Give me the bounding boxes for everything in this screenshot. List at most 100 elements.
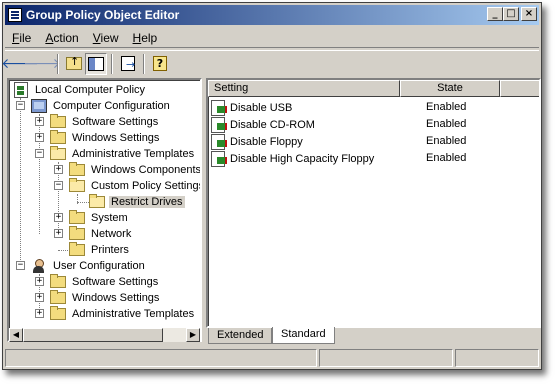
tree-horizontal-scrollbar[interactable]: ◀ ▶ bbox=[9, 328, 200, 342]
window-title: Group Policy Object Editor bbox=[26, 8, 180, 22]
toolbar-separator bbox=[57, 53, 59, 74]
tree-label: Software Settings bbox=[72, 116, 159, 128]
scroll-thumb[interactable] bbox=[23, 328, 163, 342]
tree-label: Windows Settings bbox=[72, 132, 160, 144]
folder-icon bbox=[50, 290, 66, 304]
list-row[interactable]: Disable High Capacity Floppy Enabled bbox=[208, 150, 539, 167]
expand-toggle[interactable]: + bbox=[54, 165, 63, 174]
tree-item-user-software-settings[interactable]: Software Settings bbox=[50, 274, 160, 290]
minimize-button[interactable]: _ bbox=[487, 7, 503, 21]
tree-label: Computer Configuration bbox=[53, 100, 170, 112]
tree-item-user-administrative-templates[interactable]: Administrative Templates bbox=[50, 306, 196, 322]
expand-toggle[interactable]: + bbox=[35, 133, 44, 142]
maximize-button[interactable]: □ bbox=[503, 7, 519, 21]
folder-icon bbox=[50, 274, 66, 288]
collapse-toggle[interactable]: − bbox=[16, 261, 25, 270]
collapse-toggle[interactable]: − bbox=[35, 149, 44, 158]
scroll-right-button[interactable]: ▶ bbox=[186, 328, 200, 342]
tree-item-custom-policy-settings[interactable]: Custom Policy Settings bbox=[69, 178, 202, 194]
folder-open-icon bbox=[89, 194, 105, 208]
tree-item-user-windows-settings[interactable]: Windows Settings bbox=[50, 290, 161, 306]
help-icon: ? bbox=[153, 56, 167, 71]
status-bar bbox=[5, 349, 539, 367]
tree-item-restrict-drives[interactable]: Restrict Drives bbox=[89, 194, 185, 210]
scroll-left-button[interactable]: ◀ bbox=[9, 328, 23, 342]
tree-label: Administrative Templates bbox=[72, 308, 195, 320]
collapse-toggle[interactable]: − bbox=[16, 101, 25, 110]
tree-item-administrative-templates[interactable]: Administrative Templates bbox=[50, 146, 196, 162]
tree-label: Administrative Templates bbox=[72, 148, 195, 160]
export-list-button[interactable] bbox=[117, 53, 139, 75]
folder-open-icon bbox=[50, 146, 66, 160]
title-bar[interactable]: Group Policy Object Editor _ □ × bbox=[5, 5, 539, 25]
tree-label-selected: Restrict Drives bbox=[109, 196, 185, 208]
tree-item-windows-settings[interactable]: Windows Settings bbox=[50, 130, 161, 146]
tree-item-system[interactable]: System bbox=[69, 210, 130, 226]
tree-pane[interactable]: Local Computer Policy − Computer Configu… bbox=[7, 78, 202, 342]
tree-connector bbox=[58, 250, 68, 251]
show-hide-tree-icon bbox=[88, 56, 104, 71]
gpedit-app-icon[interactable] bbox=[8, 8, 22, 22]
tree-item-printers[interactable]: Printers bbox=[69, 242, 131, 258]
expand-toggle[interactable]: + bbox=[54, 213, 63, 222]
tree-label: Network bbox=[91, 228, 132, 240]
export-list-icon bbox=[121, 56, 135, 71]
expand-toggle[interactable]: + bbox=[35, 117, 44, 126]
folder-icon bbox=[69, 242, 85, 256]
toolbar: 🡐 🡒 ? bbox=[1, 50, 539, 76]
policy-icon bbox=[13, 82, 29, 98]
folder-icon bbox=[50, 306, 66, 320]
collapse-toggle[interactable]: − bbox=[54, 181, 63, 190]
close-button[interactable]: × bbox=[521, 7, 537, 21]
view-tabs: Extended Standard bbox=[206, 327, 541, 345]
list-row[interactable]: Disable Floppy Enabled bbox=[208, 133, 539, 150]
tab-extended[interactable]: Extended bbox=[208, 328, 273, 344]
menu-bar: File Action View Help bbox=[5, 28, 539, 48]
tree-item-network[interactable]: Network bbox=[69, 226, 133, 242]
toolbar-separator bbox=[111, 53, 113, 74]
folder-open-icon bbox=[69, 178, 85, 192]
folder-icon bbox=[50, 114, 66, 128]
menu-help[interactable]: Help bbox=[126, 31, 165, 45]
tree-label: Custom Policy Settings bbox=[91, 180, 202, 192]
folder-icon bbox=[69, 210, 85, 224]
show-hide-tree-button[interactable] bbox=[85, 52, 107, 75]
menu-view[interactable]: View bbox=[86, 31, 126, 45]
tree-label: Printers bbox=[91, 244, 129, 256]
column-header-filler bbox=[500, 80, 539, 97]
setting-state: Enabled bbox=[426, 101, 467, 113]
menu-file[interactable]: File bbox=[5, 31, 38, 45]
up-folder-icon bbox=[66, 55, 82, 70]
expand-toggle[interactable]: + bbox=[35, 277, 44, 286]
tree-item-computer-configuration[interactable]: Computer Configuration bbox=[31, 98, 172, 114]
column-header-state[interactable]: State bbox=[400, 80, 500, 97]
tree-connector bbox=[77, 202, 89, 203]
column-header-setting[interactable]: Setting bbox=[208, 80, 400, 97]
tree-connector bbox=[20, 98, 21, 268]
tab-standard[interactable]: Standard bbox=[272, 327, 335, 344]
menu-action[interactable]: Action bbox=[38, 31, 85, 45]
policy-setting-icon bbox=[211, 117, 227, 133]
setting-name: Disable Floppy bbox=[230, 135, 303, 148]
up-folder-button[interactable] bbox=[63, 53, 85, 75]
list-row[interactable]: Disable USB Enabled bbox=[208, 99, 539, 116]
expand-toggle[interactable]: + bbox=[35, 293, 44, 302]
tree-item-local-computer-policy[interactable]: Local Computer Policy bbox=[13, 82, 147, 98]
forward-arrow-icon[interactable]: 🡒 bbox=[23, 53, 61, 75]
user-icon bbox=[31, 259, 47, 273]
setting-state: Enabled bbox=[426, 135, 467, 147]
tree-label: User Configuration bbox=[53, 260, 145, 272]
tree-item-user-configuration[interactable]: User Configuration bbox=[31, 258, 147, 274]
tree-item-software-settings[interactable]: Software Settings bbox=[50, 114, 160, 130]
settings-list-pane[interactable]: Setting State Disable USB Enabled Disabl… bbox=[206, 78, 541, 328]
tree-item-windows-components[interactable]: Windows Components bbox=[69, 162, 200, 178]
gpedit-window: Group Policy Object Editor _ □ × File Ac… bbox=[1, 2, 542, 370]
help-button[interactable]: ? bbox=[149, 53, 171, 75]
list-row[interactable]: Disable CD-ROM Enabled bbox=[208, 116, 539, 133]
status-panel bbox=[319, 349, 453, 367]
policy-setting-icon bbox=[211, 151, 227, 167]
expand-toggle[interactable]: + bbox=[35, 309, 44, 318]
status-panel bbox=[455, 349, 539, 367]
status-panel bbox=[5, 349, 317, 367]
expand-toggle[interactable]: + bbox=[54, 229, 63, 238]
